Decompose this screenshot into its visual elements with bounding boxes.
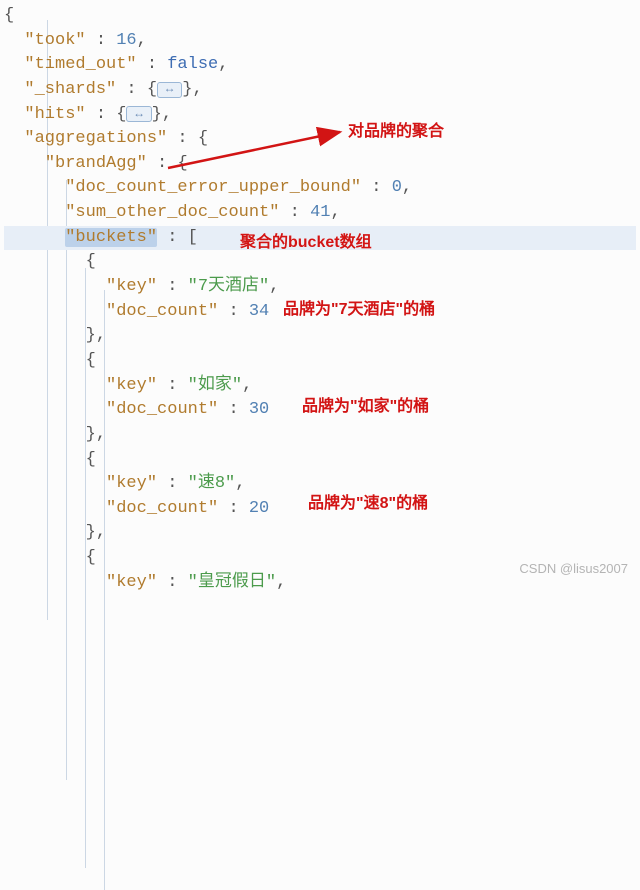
json-key: "timed_out"	[24, 55, 136, 74]
json-key: "hits"	[24, 105, 85, 124]
json-bool: false	[167, 55, 218, 74]
json-key: "_shards"	[24, 80, 116, 99]
annotation-bucket1: 品牌为"7天酒店"的桶	[283, 298, 435, 321]
code-line: "_shards" : {↔},	[4, 78, 636, 103]
json-key: "key"	[106, 474, 157, 493]
code-line: {	[4, 4, 636, 29]
json-key: "doc_count_error_upper_bound"	[65, 178, 361, 197]
fold-icon[interactable]: ↔	[126, 106, 151, 122]
json-key: "doc_count"	[106, 302, 218, 321]
code-line: },	[4, 521, 636, 546]
code-line: "key" : "7天酒店",	[4, 275, 636, 300]
json-key: "sum_other_doc_count"	[65, 203, 279, 222]
json-key: "key"	[106, 376, 157, 395]
code-line: "sum_other_doc_count" : 41,	[4, 201, 636, 226]
json-key: "brandAgg"	[45, 154, 147, 173]
annotation-bucket2: 品牌为"如家"的桶	[302, 395, 429, 418]
json-string: "如家"	[188, 376, 242, 395]
watermark: CSDN @lisus2007	[519, 560, 628, 579]
code-line: "brandAgg" : {	[4, 152, 636, 177]
annotation-aggregation: 对品牌的聚合	[348, 120, 444, 143]
code-line: },	[4, 423, 636, 448]
json-number: 20	[249, 499, 269, 518]
json-number: 30	[249, 400, 269, 419]
json-key: "key"	[106, 277, 157, 296]
code-line: {	[4, 448, 636, 473]
json-string: "7天酒店"	[188, 277, 270, 296]
code-line: },	[4, 324, 636, 349]
code-line: "timed_out" : false,	[4, 53, 636, 78]
json-key: "key"	[106, 573, 157, 592]
json-number: 41	[310, 203, 330, 222]
code-line: "aggregations" : {	[4, 127, 636, 152]
json-key: "doc_count"	[106, 499, 218, 518]
json-number: 34	[249, 302, 269, 321]
json-key: "took"	[24, 31, 85, 50]
json-key-selected: "buckets"	[65, 228, 157, 247]
annotation-bucket-array: 聚合的bucket数组	[240, 231, 372, 254]
code-line: {	[4, 349, 636, 374]
json-string: "速8"	[188, 474, 236, 493]
json-string: "皇冠假日"	[188, 573, 276, 592]
fold-icon[interactable]: ↔	[157, 82, 182, 98]
json-number: 0	[392, 178, 402, 197]
code-line: "took" : 16,	[4, 29, 636, 54]
json-key: "doc_count"	[106, 400, 218, 419]
json-key: "aggregations"	[24, 129, 167, 148]
brace-open: {	[4, 6, 14, 25]
annotation-bucket3: 品牌为"速8"的桶	[308, 492, 428, 515]
code-line: "hits" : {↔},	[4, 103, 636, 128]
code-line: "doc_count_error_upper_bound" : 0,	[4, 176, 636, 201]
json-number: 16	[116, 31, 136, 50]
